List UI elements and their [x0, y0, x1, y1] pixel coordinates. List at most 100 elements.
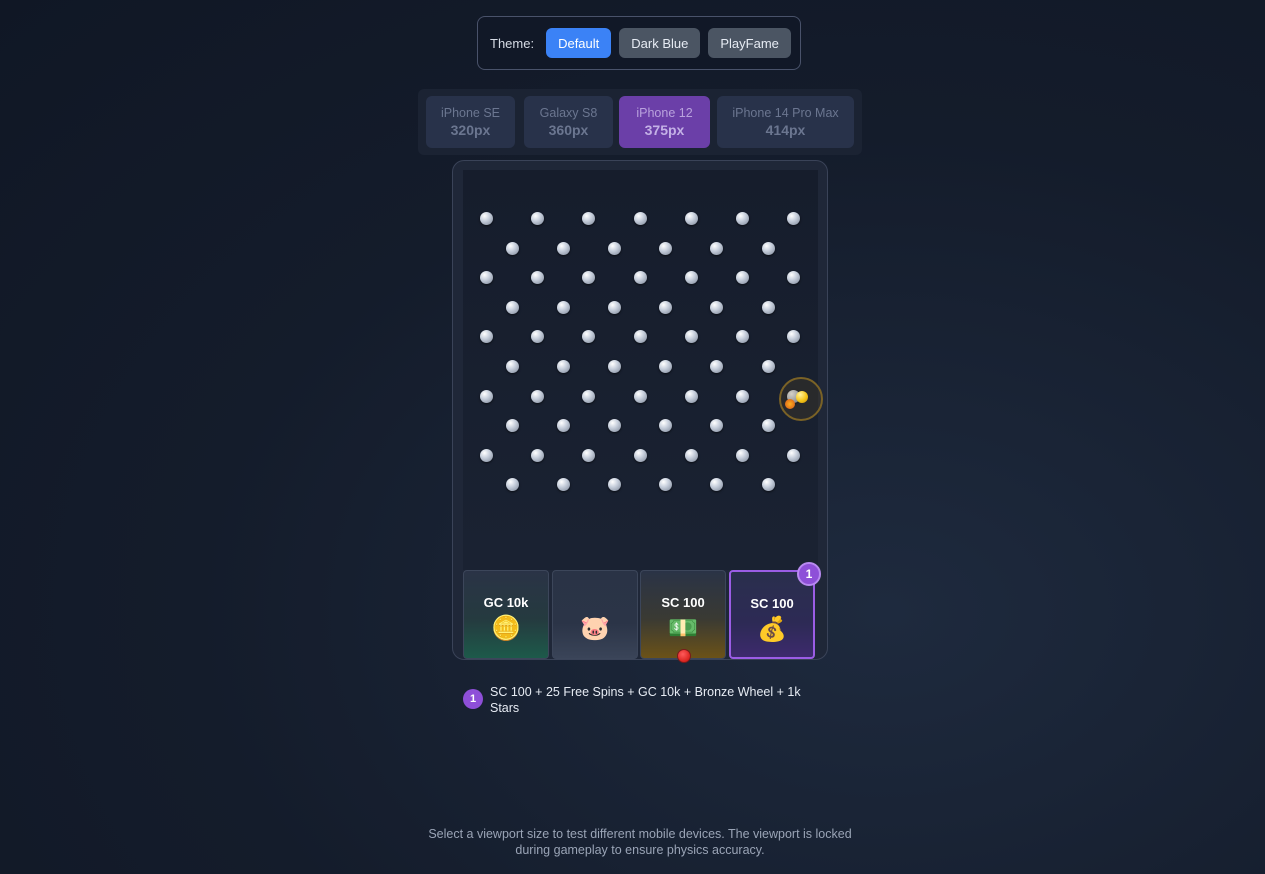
theme-playfame-button[interactable]: PlayFame [708, 28, 791, 58]
peg [531, 330, 545, 344]
legend-text: SC 100 + 25 Free Spins + GC 10k + Bronze… [490, 685, 801, 715]
peg [556, 241, 570, 255]
peg [582, 389, 596, 403]
peg [556, 360, 570, 373]
bucket-label [553, 595, 637, 610]
peg [684, 330, 698, 344]
peg [710, 419, 724, 433]
peg [505, 360, 519, 373]
gold-coins-icon: 🪙 [491, 615, 521, 642]
peg [556, 478, 570, 492]
peg [607, 360, 621, 373]
peg [684, 448, 698, 462]
theme-default-button[interactable]: Default [546, 28, 612, 58]
piggy-bank-icon: 🐷 [580, 615, 610, 642]
peg [480, 271, 493, 285]
peg [710, 478, 724, 492]
peg [787, 330, 801, 344]
peg [659, 478, 673, 492]
peg [480, 448, 493, 462]
peg [787, 271, 801, 285]
peg [710, 241, 724, 255]
peg [633, 271, 647, 285]
prize-bucket-piggy: 🐷 [552, 570, 638, 659]
device-size: 360px [548, 122, 589, 138]
peg [684, 271, 698, 285]
peg [736, 389, 749, 403]
device-galaxy-s8-button[interactable]: Galaxy S8 360px [524, 96, 613, 148]
peg [633, 330, 647, 344]
peg [505, 300, 519, 314]
peg [633, 448, 647, 462]
bucket-number-badge: 1 [797, 562, 821, 586]
peg [531, 212, 545, 225]
peg [710, 360, 724, 373]
peg [761, 419, 775, 433]
peg [531, 448, 545, 462]
peg [607, 241, 621, 255]
theme-label: Theme: [490, 35, 535, 51]
peg [659, 300, 673, 314]
peg [582, 212, 596, 225]
peg [505, 241, 519, 255]
peg [659, 241, 673, 255]
peg [556, 419, 570, 433]
peg [531, 271, 545, 285]
device-size: 320px [450, 122, 491, 138]
device-selector: iPhone SE 320px Galaxy S8 360px iPhone 1… [418, 89, 862, 155]
peg-board[interactable] [463, 170, 823, 570]
peg [761, 360, 775, 373]
device-name: iPhone 12 [636, 106, 693, 120]
peg [633, 389, 647, 403]
device-name: iPhone SE [440, 106, 501, 120]
bucket-label: GC 10k [483, 595, 529, 610]
peg [480, 330, 493, 344]
legend-number-badge: 1 [463, 689, 483, 709]
peg [684, 389, 698, 403]
device-name: Galaxy S8 [539, 106, 598, 120]
peg [736, 212, 749, 225]
peg [684, 212, 698, 225]
ball-trail [785, 399, 795, 409]
plinko-game-viewport[interactable]: GC 10k 🪙 🐷 SC 100 💵 SC 100 💰 1 [452, 160, 828, 663]
prize-bucket-gc-10k: GC 10k 🪙 [463, 570, 549, 659]
peg [659, 360, 673, 373]
prize-legend: 1 SC 100 + 25 Free Spins + GC 10k + Bron… [463, 684, 823, 716]
bucket-label: SC 100 [750, 596, 794, 611]
peg [607, 419, 621, 433]
peg [505, 419, 519, 433]
peg [480, 389, 493, 403]
device-iphone-14-pro-max-button[interactable]: iPhone 14 Pro Max 414px [717, 96, 854, 148]
device-size: 414px [765, 122, 806, 138]
peg [787, 212, 801, 225]
device-iphone-se-button[interactable]: iPhone SE 320px [426, 96, 515, 148]
peg [582, 448, 596, 462]
device-name: iPhone 14 Pro Max [732, 106, 839, 120]
peg [582, 330, 596, 344]
theme-dark-blue-button[interactable]: Dark Blue [619, 28, 701, 58]
peg [761, 300, 775, 314]
viewport-help-text: Select a viewport size to test different… [428, 827, 852, 857]
peg [736, 330, 749, 344]
peg [787, 448, 801, 462]
peg [710, 300, 724, 314]
peg [736, 271, 749, 285]
plinko-ball [796, 391, 808, 403]
peg [761, 241, 775, 255]
peg [736, 448, 749, 462]
device-iphone-12-button[interactable]: iPhone 12 375px [619, 96, 710, 148]
drop-marker-dot [677, 649, 691, 663]
cash-stack-icon: 💵 [668, 615, 698, 642]
bucket-label: SC 100 [661, 595, 705, 610]
device-size: 375px [644, 122, 685, 138]
peg [531, 389, 545, 403]
cash-coins-icon: 💰 [757, 616, 787, 643]
theme-selector: Theme: Default Dark Blue PlayFame [477, 16, 801, 70]
peg [659, 419, 673, 433]
peg [505, 478, 519, 492]
peg [607, 300, 621, 314]
peg [556, 300, 570, 314]
peg [633, 212, 647, 225]
peg [607, 478, 621, 492]
peg [480, 212, 493, 225]
